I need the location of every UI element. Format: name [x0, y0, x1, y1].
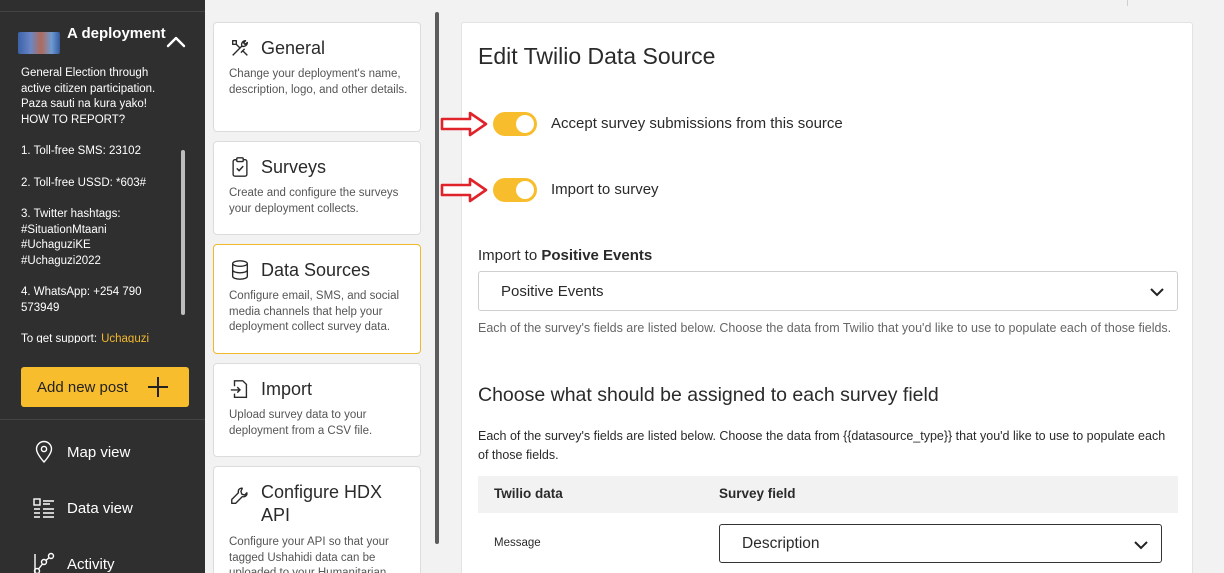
card-description: Change your deployment's name, descripti… — [229, 68, 408, 96]
support-line: To get support: Uchaguzi — [21, 332, 173, 343]
card-title: Data Sources — [261, 259, 371, 280]
top-separator — [1127, 0, 1128, 6]
sidebar-topbar — [0, 0, 205, 12]
import-to-label: Import to Positive Events — [478, 247, 652, 264]
database-icon — [231, 260, 249, 280]
nav-map-view[interactable]: Map view — [32, 438, 130, 466]
edit-data-source-panel: Edit Twilio Data Source Accept survey su… — [440, 22, 1193, 573]
import-to-prefix: Import to — [478, 247, 538, 264]
description-paragraph: 3. Twitter hashtags: #SituationMtaani #U… — [21, 208, 121, 267]
import-icon — [230, 380, 248, 398]
chevron-up-icon[interactable] — [164, 30, 188, 54]
deployment-logo — [18, 32, 60, 54]
nav-data-view[interactable]: Data view — [32, 494, 133, 522]
card-title: General — [261, 37, 326, 58]
survey-field-select[interactable]: Description — [719, 524, 1162, 563]
settings-scrollbar[interactable] — [435, 12, 439, 544]
support-link[interactable]: Uchaguzi — [101, 333, 149, 343]
column-header-source: Twilio data — [494, 486, 563, 501]
section-title: Choose what should be assigned to each s… — [478, 384, 939, 406]
import-to-survey-toggle[interactable] — [493, 178, 537, 202]
chevron-down-icon — [1150, 288, 1164, 297]
description-paragraph: General Election through active citizen … — [21, 67, 156, 126]
settings-card-import[interactable]: Import Upload survey data to your deploy… — [213, 363, 421, 457]
chevron-down-icon — [1134, 541, 1148, 550]
add-post-label: Add new post — [37, 378, 128, 396]
survey-field-value: Description — [742, 534, 820, 552]
description-paragraph: 1. Toll-free SMS: 23102 — [21, 145, 141, 157]
nav-label: Activity — [67, 555, 115, 573]
card-description: Configure your API so that your tagged U… — [229, 536, 389, 573]
card-title: Surveys — [261, 156, 327, 177]
mapping-table-header: Twilio data Survey field — [478, 476, 1178, 513]
help-text-datasource: Each of the survey's fields are listed b… — [478, 429, 1166, 462]
toggle-knob — [516, 181, 534, 199]
card-title: Import — [261, 378, 313, 399]
add-new-post-button[interactable]: Add new post — [21, 367, 189, 407]
description-paragraph: 2. Toll-free USSD: *603# — [21, 176, 147, 189]
sidebar-divider — [0, 419, 205, 420]
settings-card-hdx-api[interactable]: Configure HDX API Configure your API so … — [213, 466, 421, 573]
nav-label: Data view — [67, 499, 133, 517]
import-to-survey-name: Positive Events — [541, 247, 653, 264]
import-to-survey-label: Import to survey — [551, 181, 659, 198]
toggle-knob — [516, 115, 534, 133]
activity-icon — [33, 552, 55, 573]
survey-select-value: Positive Events — [501, 282, 604, 300]
card-description: Configure email, SMS, and social media c… — [229, 290, 400, 333]
red-arrow-annotation-icon — [440, 177, 488, 203]
list-icon — [33, 498, 54, 518]
page-title: Edit Twilio Data Source — [478, 43, 716, 69]
deployment-description: General Election through active citizen … — [21, 66, 173, 343]
card-title: Configure HDX API — [261, 482, 383, 525]
help-text: Each of the survey's fields are listed b… — [478, 321, 1172, 335]
main-sidebar: A deployment General Election through ac… — [0, 0, 205, 573]
settings-card-general[interactable]: General Change your deployment's name, d… — [213, 22, 421, 132]
plus-icon — [148, 377, 168, 397]
description-paragraph: 4. WhatsApp: +254 790 573949 — [21, 286, 142, 314]
settings-card-surveys[interactable]: Surveys Create and configure the surveys… — [213, 141, 421, 235]
support-text: To get support: — [21, 333, 98, 343]
clipboard-check-icon — [232, 157, 248, 177]
red-arrow-annotation-icon — [440, 111, 488, 137]
deployment-title: A deployment — [67, 25, 166, 42]
map-pin-icon — [35, 440, 53, 464]
wrench-icon — [231, 487, 248, 505]
settings-card-data-sources[interactable]: Data Sources Configure email, SMS, and s… — [213, 244, 421, 354]
nav-activity[interactable]: Activity — [32, 550, 115, 573]
nav-label: Map view — [67, 443, 131, 461]
column-header-field: Survey field — [719, 486, 796, 501]
accept-submissions-toggle[interactable] — [493, 112, 537, 136]
description-scrollbar[interactable] — [181, 150, 185, 315]
card-description: Upload survey data to your deployment fr… — [229, 409, 373, 437]
survey-select[interactable]: Positive Events — [478, 271, 1178, 311]
accept-submissions-label: Accept survey submissions from this sour… — [551, 115, 843, 132]
card-description: Create and configure the surveys your de… — [229, 187, 399, 215]
tools-icon — [231, 39, 249, 56]
settings-list: General Change your deployment's name, d… — [205, 0, 445, 573]
table-row-source: Message — [494, 537, 541, 549]
